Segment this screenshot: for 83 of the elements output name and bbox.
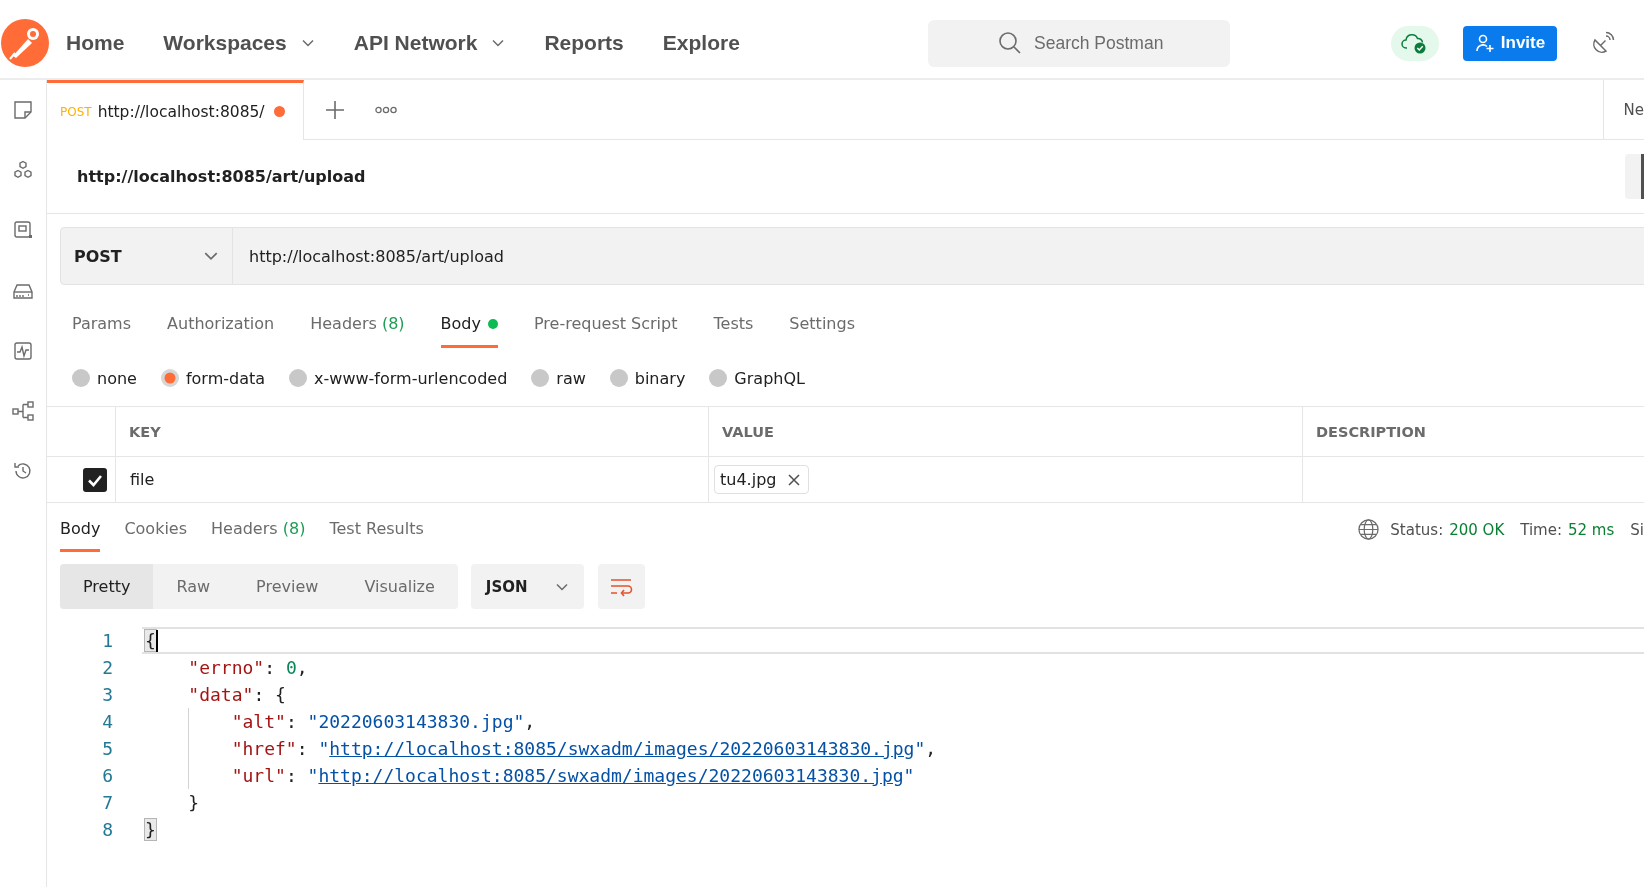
file-name: tu4.jpg	[720, 470, 777, 489]
line-number: 3	[101, 684, 113, 705]
wrap-button[interactable]	[597, 564, 645, 609]
satellite-dish-icon[interactable]	[1591, 31, 1615, 55]
toolbar-button[interactable]	[1625, 154, 1644, 199]
globe-icon[interactable]	[1358, 519, 1380, 540]
request-tab[interactable]: Body	[440, 302, 498, 348]
response-tab[interactable]: Body	[60, 507, 101, 552]
nav-menu-item[interactable]: Workspaces	[163, 31, 315, 55]
radio-label[interactable]: GraphQL	[734, 368, 805, 388]
line-number: 5	[101, 738, 113, 759]
nav-menu-item[interactable]: API Network	[353, 31, 506, 55]
format-select[interactable]: JSON	[470, 564, 584, 609]
request-tab[interactable]: Params	[72, 302, 132, 348]
column-header: DESCRIPTION	[1316, 423, 1426, 440]
radio-button[interactable]	[531, 369, 550, 387]
line-number: 7	[101, 792, 113, 813]
radio-label[interactable]: raw	[556, 368, 586, 388]
radio-button[interactable]	[709, 369, 728, 387]
request-tab[interactable]: Tests	[713, 302, 754, 348]
code-link[interactable]: http://localhost:8085/swxadm/images/20220603143830.jpg	[318, 765, 904, 786]
code-line: "data": {	[188, 684, 286, 705]
status-label: Status:	[1390, 520, 1444, 539]
code-line: "alt": "20220603143830.jpg",	[231, 711, 536, 732]
code-line: "href": "http://localhost:8085/swxadm/images/20220603143830.jpg",	[231, 738, 937, 759]
nav-menu-item[interactable]: Home	[66, 31, 125, 55]
response-tab[interactable]: Headers (8)	[211, 507, 306, 552]
method-select[interactable]: POST	[60, 227, 233, 285]
radio-label[interactable]: x-www-form-urlencoded	[314, 368, 508, 388]
radio-label[interactable]: binary	[634, 368, 686, 388]
radio-button[interactable]	[289, 369, 308, 387]
response-tab[interactable]: Test Results	[329, 507, 424, 552]
line-number: 2	[101, 657, 113, 678]
url-field[interactable]: http://localhost:8085/art/upload	[233, 227, 1644, 285]
view-tab[interactable]: Visualize	[341, 564, 458, 609]
folded-page-icon[interactable]	[12, 99, 34, 122]
request-title: http://localhost:8085/art/upload	[77, 167, 366, 186]
response-tab[interactable]: Cookies	[124, 507, 188, 552]
plus-icon[interactable]	[325, 99, 345, 120]
nav-menu-item[interactable]: Explore	[662, 31, 740, 55]
view-tab[interactable]: Preview	[233, 564, 342, 609]
request-tab[interactable]: POST http://localhost:8085/	[47, 80, 304, 140]
radio-button[interactable]	[609, 369, 628, 387]
radio-button[interactable]	[72, 369, 90, 387]
table-cell-text: file	[129, 470, 155, 489]
request-tab[interactable]: Headers (8)	[310, 302, 405, 348]
radio-button[interactable]	[160, 369, 179, 387]
text-cursor	[155, 629, 158, 652]
ellipsis-icon[interactable]	[375, 105, 397, 114]
radio-label[interactable]: form-data	[185, 368, 266, 388]
radio-label[interactable]: none	[97, 368, 137, 388]
line-number: 4	[101, 711, 113, 732]
status-value: 200 OK	[1449, 520, 1505, 539]
cloud-check-icon[interactable]	[1391, 25, 1439, 61]
request-tab[interactable]: Authorization	[167, 302, 275, 348]
checkbox[interactable]	[83, 467, 107, 492]
column-header: VALUE	[722, 423, 774, 440]
time-label: Time:	[1520, 520, 1562, 539]
wrap-lines-icon	[609, 576, 634, 597]
view-tab[interactable]: Pretty	[60, 564, 154, 609]
close-icon[interactable]	[788, 473, 801, 486]
column-header: KEY	[129, 423, 161, 440]
code-link[interactable]: http://localhost:8085/swxadm/images/20220603143830.jpg	[329, 738, 915, 759]
flow-nodes-icon[interactable]	[12, 400, 34, 423]
logo-icon[interactable]	[1, 19, 49, 67]
environment-selector[interactable]: Ne	[1602, 80, 1644, 139]
search-field[interactable]: Search Postman	[928, 19, 1230, 67]
request-tab[interactable]: Pre-request Script	[533, 302, 678, 348]
size-label: Si	[1630, 520, 1644, 539]
line-number: 6	[101, 765, 113, 786]
line-number: 8	[101, 819, 113, 840]
request-tab[interactable]: Settings	[789, 302, 855, 348]
add-person-icon	[1474, 33, 1495, 53]
code-line: "errno": 0,	[188, 657, 308, 678]
code-line: }	[188, 792, 200, 813]
invite-button[interactable]: Invite	[1463, 25, 1557, 61]
nav-menu-item[interactable]: Reports	[544, 31, 624, 55]
line-number: 1	[101, 630, 113, 651]
time-value: 52 ms	[1568, 520, 1615, 539]
code-line: "url": "http://localhost:8085/swxadm/images/20220603143830.jpg"	[231, 765, 915, 786]
view-tab[interactable]: Raw	[153, 564, 234, 609]
search-icon	[998, 31, 1022, 55]
pulse-chart-icon[interactable]	[12, 339, 34, 362]
